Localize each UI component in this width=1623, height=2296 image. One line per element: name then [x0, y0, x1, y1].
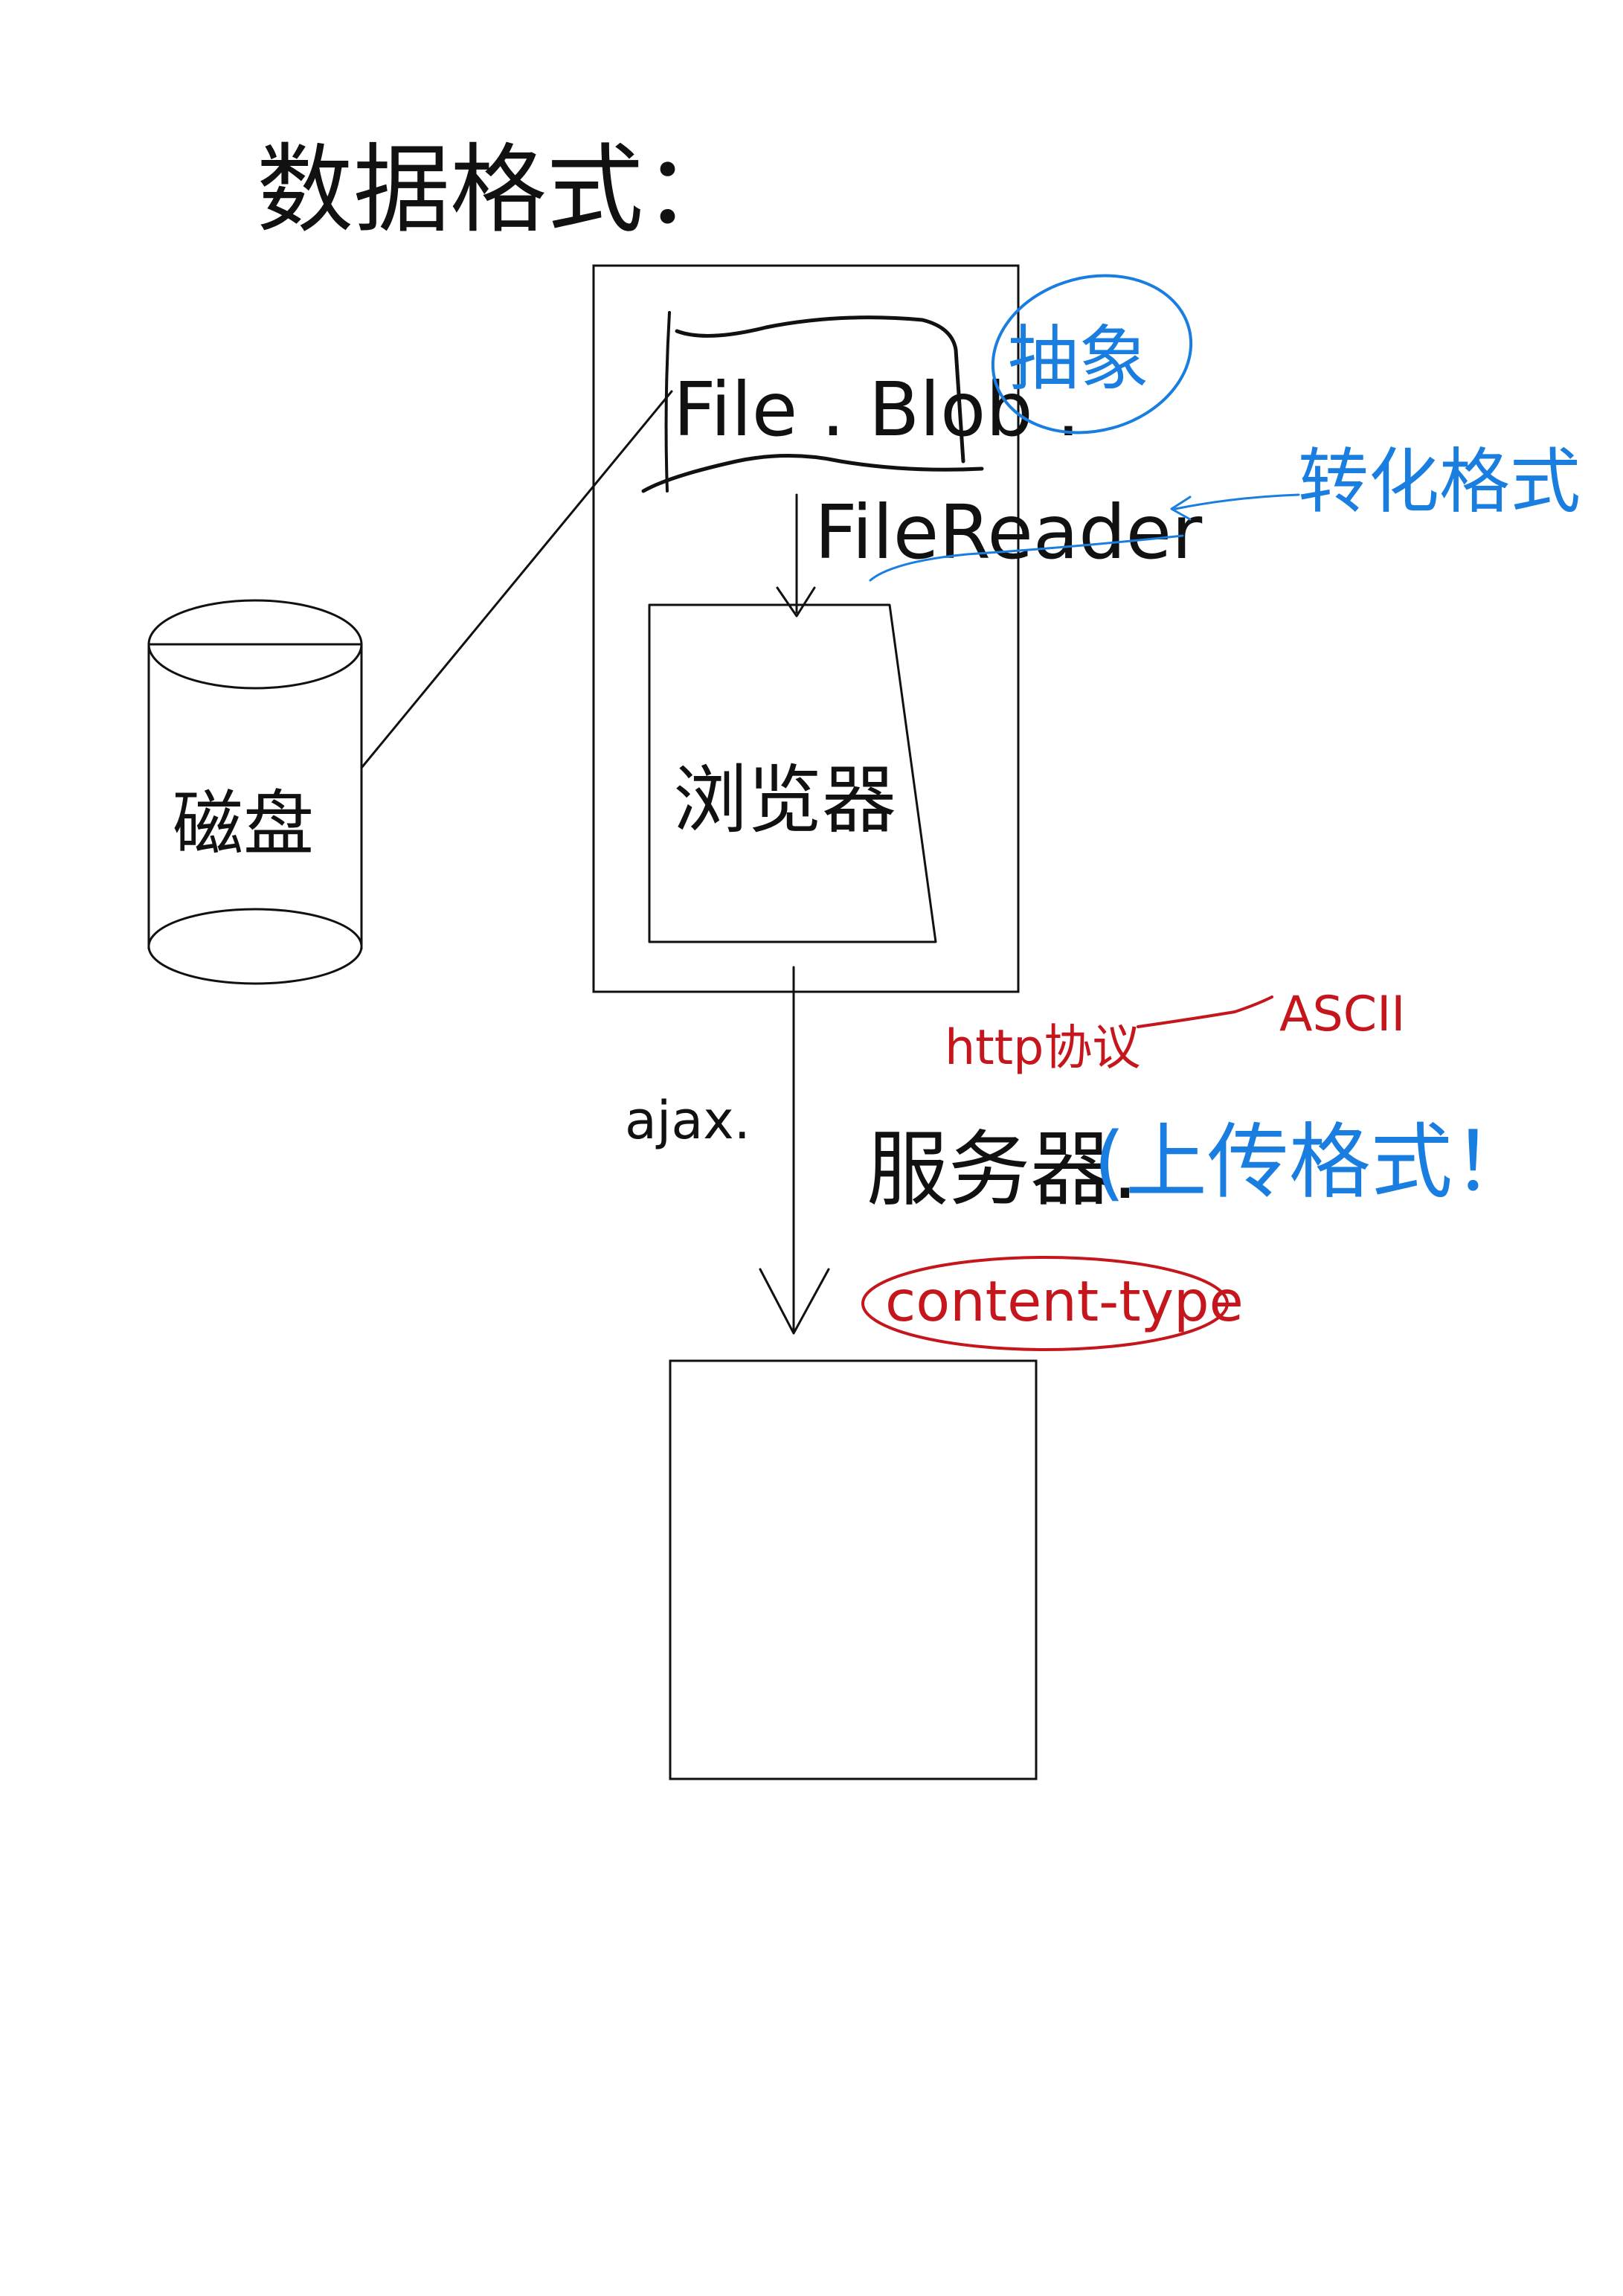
http-ascii-note: http协议 ASCII: [945, 987, 1405, 1076]
disk-to-file-connector: [360, 390, 673, 769]
upload-format-note: (上传格式！: [1093, 1115, 1534, 1210]
convert-label: 转化格式: [1298, 441, 1581, 523]
disk-cylinder: 磁盘: [147, 599, 363, 985]
ajax-arrow: [759, 966, 830, 1335]
content-type-note: content-type: [861, 1256, 1244, 1351]
ajax-label: ajax.: [625, 1090, 751, 1151]
content-type-label: content-type: [885, 1269, 1244, 1334]
convert-note: 转化格式: [1170, 441, 1581, 523]
disk-label: 磁盘: [173, 783, 314, 865]
server-box: [669, 1359, 1038, 1780]
browser-label: 浏览器: [673, 757, 896, 844]
file-reader-label: FileReader: [814, 489, 1203, 576]
diagram-canvas: 数据格式： 磁盘 File . Blob . 抽象 FileReader 转化格…: [147, 133, 1581, 1780]
browser-shape: 浏览器: [648, 603, 937, 943]
abstract-label: 抽象: [1008, 318, 1149, 400]
file-reader-arrow: [776, 493, 816, 618]
ascii-label: ASCII: [1279, 987, 1405, 1042]
diagram-title: 数据格式：: [257, 133, 740, 246]
http-label: http协议: [945, 1020, 1140, 1076]
